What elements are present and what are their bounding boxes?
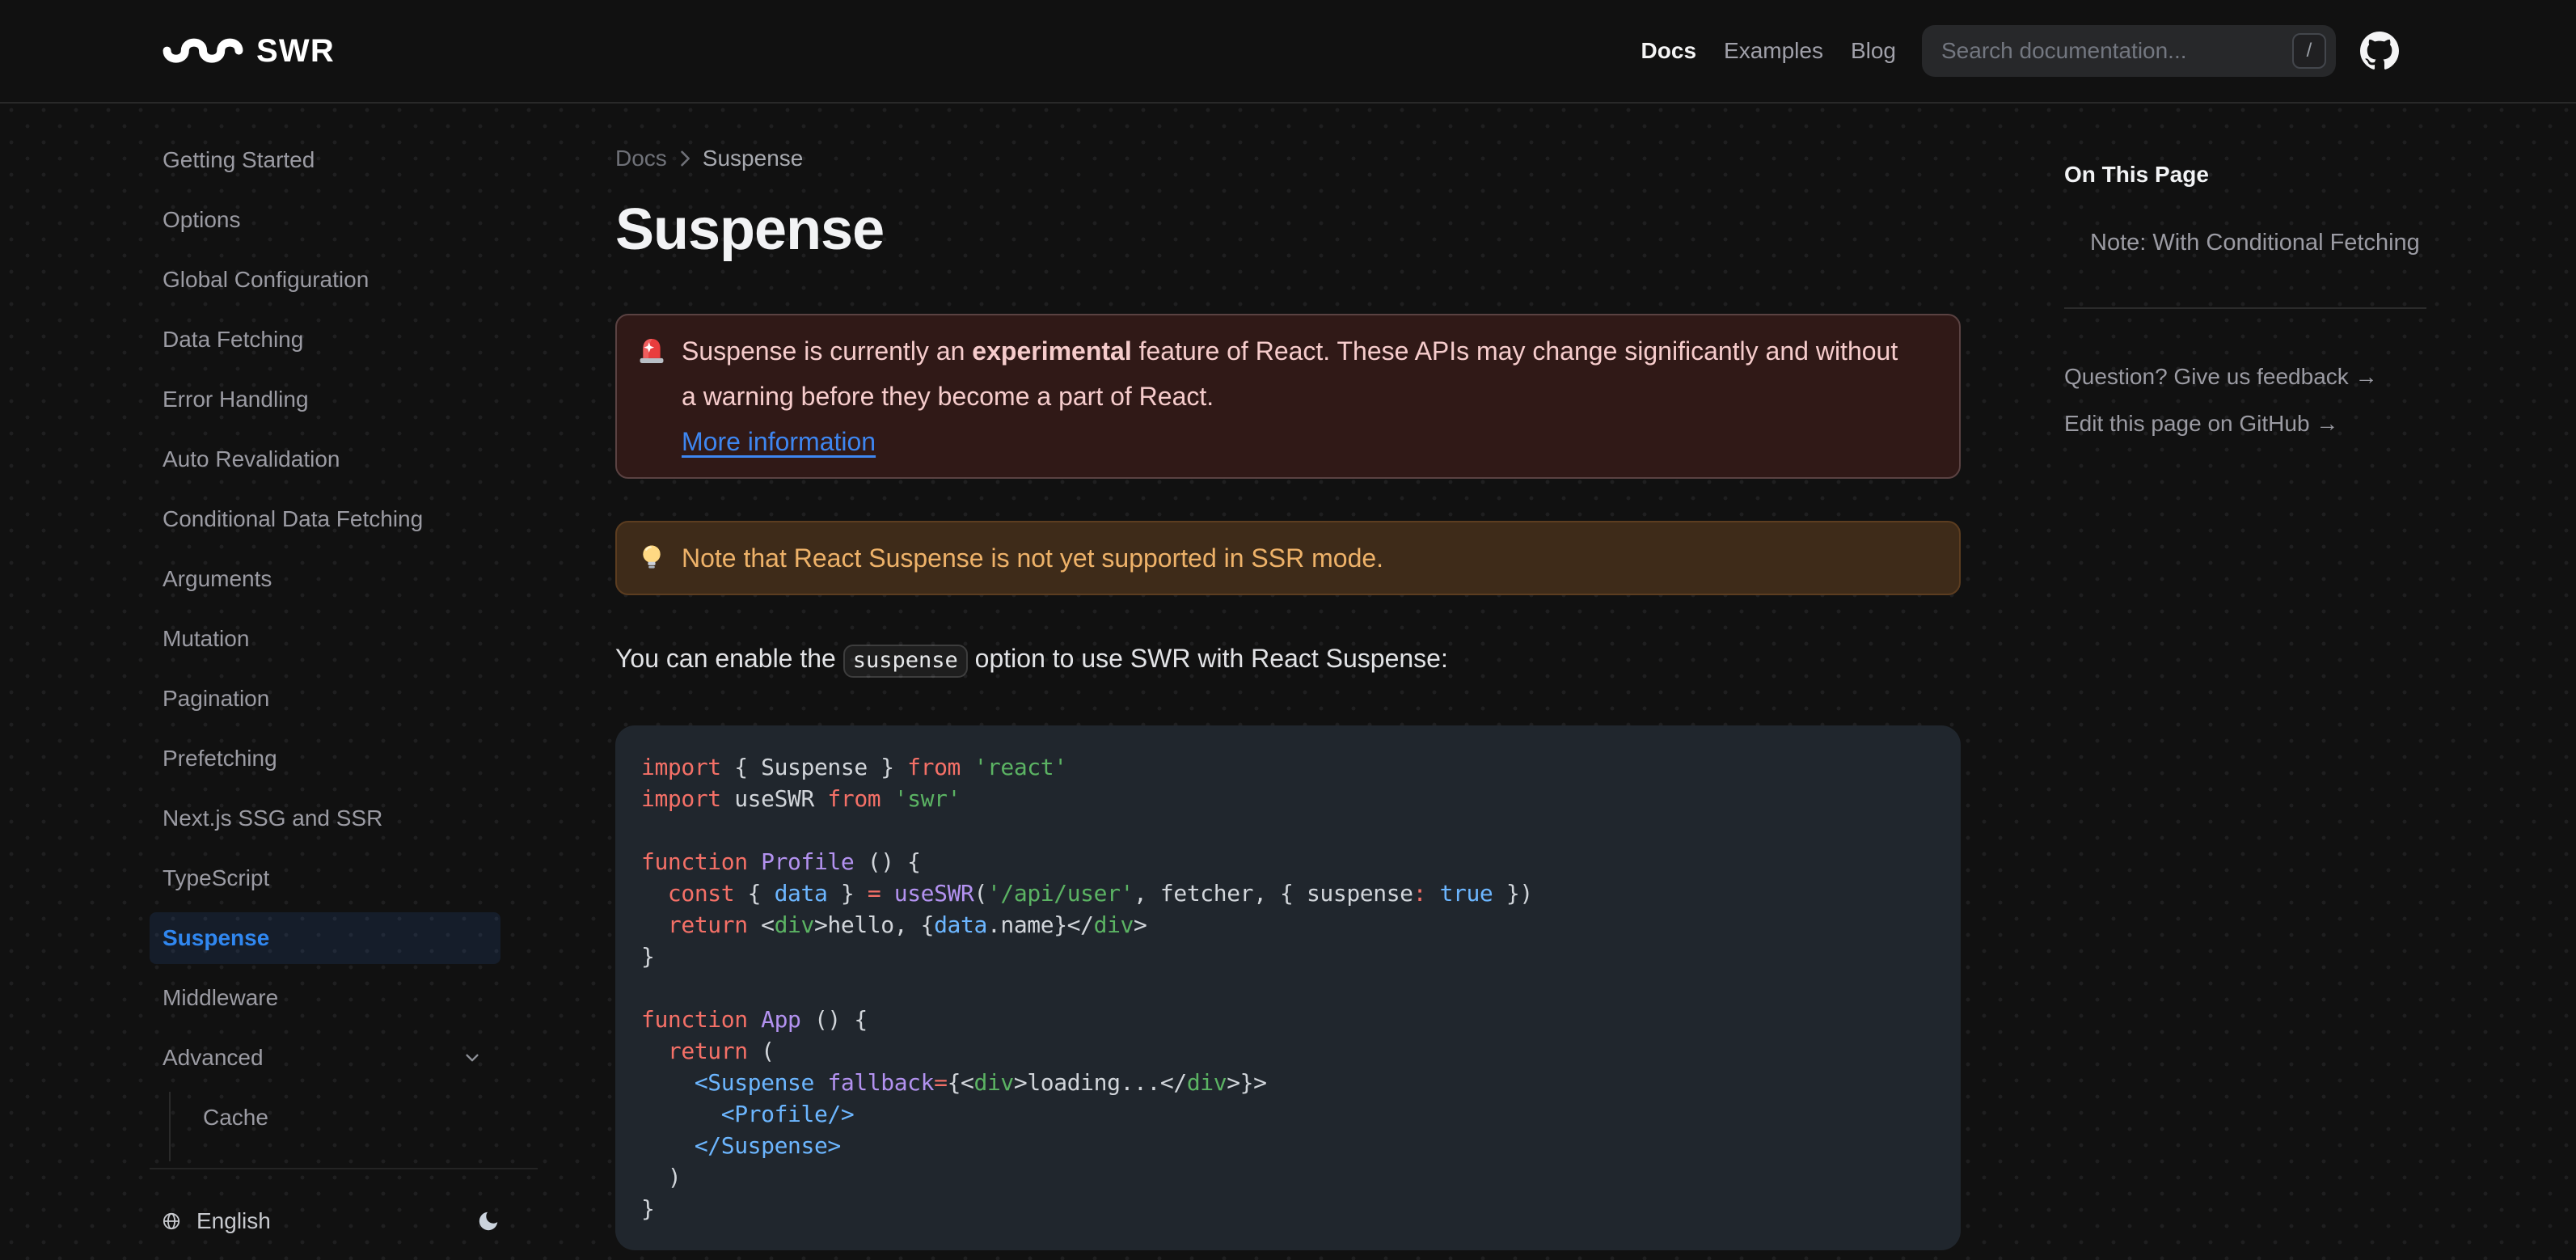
sidebar-item-label: Next.js SSG and SSR: [163, 805, 383, 831]
search-placeholder: Search documentation...: [1941, 38, 2187, 63]
sidebar-item-pagination[interactable]: Pagination: [150, 673, 500, 725]
sidebar-item-label: Mutation: [163, 626, 250, 651]
sidebar-item-suspense[interactable]: Suspense: [150, 912, 500, 964]
sidebar-item-label: Prefetching: [163, 746, 277, 771]
siren-emoji-icon: [636, 328, 669, 464]
globe-icon: [163, 1212, 180, 1230]
code-block[interactable]: import { Suspense } from 'react' import …: [615, 725, 1961, 1250]
more-information-link[interactable]: More information: [682, 427, 876, 456]
language-switcher[interactable]: English: [163, 1208, 271, 1234]
sidebar-item-label: Global Configuration: [163, 267, 370, 292]
sidebar-item-options[interactable]: Options: [150, 194, 500, 246]
note-callout-text: Note that React Suspense is not yet supp…: [682, 543, 1384, 573]
nav-link-examples[interactable]: Examples: [1724, 38, 1823, 64]
sidebar-item-label: TypeScript: [163, 865, 270, 890]
code-content: import { Suspense } from 'react' import …: [641, 754, 1533, 1222]
chevron-down-icon: [466, 1054, 479, 1062]
swr-logo[interactable]: SWR: [163, 33, 335, 70]
sidebar-item-label: Getting Started: [163, 147, 315, 172]
breadcrumb-docs[interactable]: Docs: [615, 142, 667, 175]
sidebar-item-cache[interactable]: Cache: [190, 1092, 500, 1144]
sidebar-item-label: Arguments: [163, 566, 272, 591]
moon-icon: [479, 1211, 498, 1231]
error-callout-text: Suspense is currently an experimental fe…: [682, 336, 1898, 456]
bulb-emoji-icon: [636, 535, 669, 581]
table-of-contents: On This Page Note: With Conditional Fetc…: [2038, 104, 2452, 455]
breadcrumb: Docs Suspense: [615, 142, 1961, 175]
sidebar-item-arguments[interactable]: Arguments: [150, 553, 500, 605]
header-nav: Docs Examples Blog: [1641, 38, 1896, 64]
sidebar-item-middleware[interactable]: Middleware: [150, 972, 500, 1024]
sidebar-item-global-configuration[interactable]: Global Configuration: [150, 254, 500, 306]
sidebar-item-label: Advanced: [163, 1045, 264, 1070]
swr-docs-page: SWR Docs Examples Blog Search documentatio…: [0, 0, 2576, 1260]
breadcrumb-current: Suspense: [702, 146, 804, 171]
sidebar-footer: English: [150, 1169, 500, 1260]
sidebar-item-label: Error Handling: [163, 387, 309, 412]
navbar: SWR Docs Examples Blog Search documentatio…: [0, 0, 2576, 104]
chevron-right-icon: [674, 147, 696, 170]
search-input[interactable]: Search documentation... /: [1922, 25, 2336, 77]
sidebar-item-getting-started[interactable]: Getting Started: [150, 134, 500, 186]
swr-wave-icon: [163, 39, 243, 63]
sidebar-item-next-js-ssg-and-ssr[interactable]: Next.js SSG and SSR: [150, 793, 500, 844]
nav-link-docs[interactable]: Docs: [1641, 38, 1696, 64]
sidebar-item-label: Data Fetching: [163, 327, 304, 352]
nav-link-blog[interactable]: Blog: [1851, 38, 1896, 64]
sidebar-advanced-children: Cache: [169, 1092, 500, 1161]
note-callout: Note that React Suspense is not yet supp…: [615, 521, 1961, 595]
inline-code-suspense: suspense: [842, 645, 968, 678]
sidebar-item-label: Auto Revalidation: [163, 446, 340, 471]
sidebar-item-auto-revalidation[interactable]: Auto Revalidation: [150, 433, 500, 485]
sidebar-item-data-fetching[interactable]: Data Fetching: [150, 314, 500, 366]
sidebar-item-mutation[interactable]: Mutation: [150, 613, 500, 665]
github-icon: [2360, 32, 2399, 70]
main-content: Docs Suspense Suspense Suspense is curre…: [538, 104, 2038, 1250]
feedback-link[interactable]: Question? Give us feedback →: [2064, 361, 2426, 393]
intro-paragraph: You can enable the suspense option to us…: [615, 636, 1961, 683]
toc-item[interactable]: Note: With Conditional Fetching: [2064, 226, 2426, 259]
sidebar: Getting Started Options Global Configurati…: [124, 104, 538, 1260]
sidebar-item-label: Middleware: [163, 985, 279, 1010]
sidebar-item-label: Options: [163, 207, 241, 232]
sidebar-item-error-handling[interactable]: Error Handling: [150, 374, 500, 425]
github-link[interactable]: [2360, 32, 2399, 70]
sidebar-item-conditional-data-fetching[interactable]: Conditional Data Fetching: [150, 493, 500, 545]
sidebar-item-advanced[interactable]: Advanced: [150, 1032, 500, 1084]
sidebar-item-prefetching[interactable]: Prefetching: [150, 733, 500, 784]
toc-title: On This Page: [2064, 162, 2209, 187]
edit-page-link[interactable]: Edit this page on GitHub →: [2064, 408, 2426, 440]
page-title: Suspense: [615, 197, 885, 262]
sidebar-item-label: Conditional Data Fetching: [163, 506, 424, 531]
sidebar-item-typescript[interactable]: TypeScript: [150, 852, 500, 904]
search-shortcut-key: /: [2292, 33, 2326, 69]
logo-text: SWR: [256, 32, 335, 69]
language-label: English: [196, 1208, 271, 1233]
sidebar-item-label: Suspense: [163, 925, 270, 950]
theme-toggle[interactable]: [476, 1209, 500, 1233]
sidebar-item-label: Pagination: [163, 686, 270, 711]
error-callout: Suspense is currently an experimental fe…: [615, 314, 1961, 479]
